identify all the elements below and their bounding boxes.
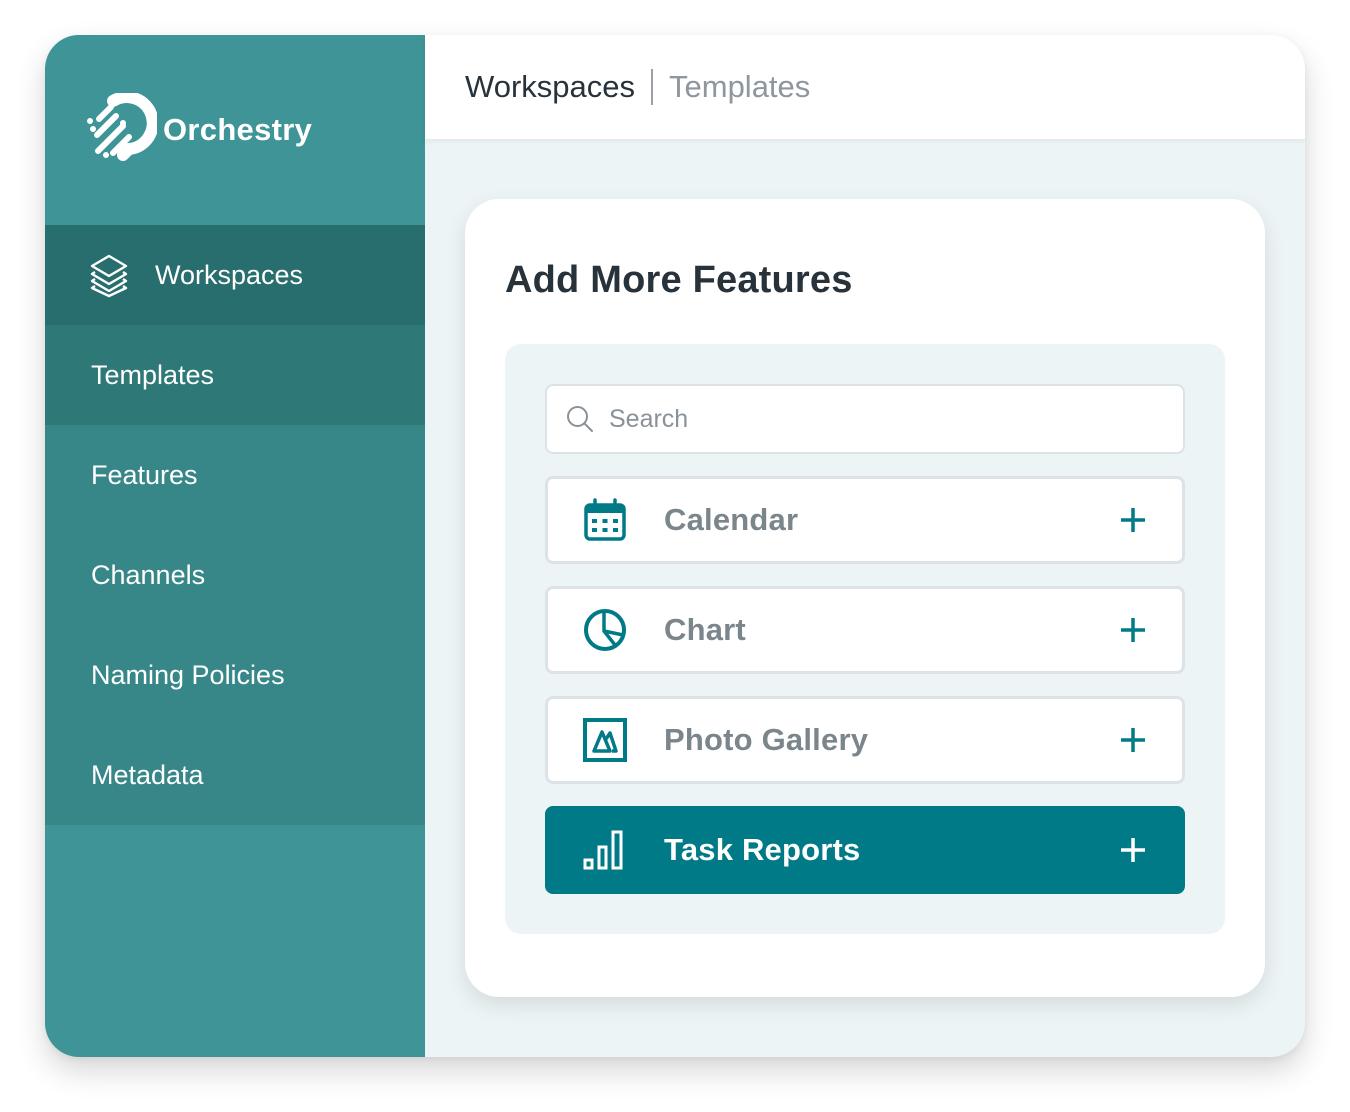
sidebar-item-channels[interactable]: Channels [45, 525, 425, 625]
feature-item-calendar[interactable]: Calendar [545, 476, 1185, 564]
search-input[interactable] [609, 404, 1169, 434]
sidebar-item-label: Metadata [91, 759, 204, 790]
search-field[interactable] [545, 384, 1185, 454]
feature-label: Task Reports [664, 832, 861, 867]
sidebar: Orchestry Workspaces Templates Features … [45, 35, 425, 1057]
add-photo-gallery-button[interactable] [1118, 725, 1148, 755]
sidebar-nav: Workspaces Templates Features Channels N… [45, 225, 425, 825]
feature-label: Photo Gallery [664, 722, 869, 757]
feature-label: Chart [664, 612, 746, 647]
sidebar-item-naming-policies[interactable]: Naming Policies [45, 625, 425, 725]
pie-chart-icon [584, 609, 626, 651]
feature-label: Calendar [664, 502, 799, 537]
main-area: Workspaces Templates Add More Features S… [425, 35, 1305, 1057]
breadcrumb-workspaces[interactable]: Workspaces [465, 69, 635, 105]
search-icon [567, 406, 593, 432]
sidebar-item-label: Features [91, 459, 198, 490]
sidebar-item-label: Naming Policies [91, 659, 285, 690]
sidebar-item-workspaces[interactable]: Workspaces [45, 225, 425, 325]
breadcrumb: Workspaces Templates [425, 35, 1305, 139]
feature-item-chart[interactable]: Chart [545, 586, 1185, 674]
sidebar-item-label: Workspaces [155, 259, 304, 290]
orchestry-logo-icon [87, 93, 157, 161]
sidebar-item-label: Templates [91, 359, 215, 390]
layers-icon [90, 254, 128, 298]
feature-item-photo-gallery[interactable]: Photo Gallery [545, 696, 1185, 784]
features-panel: Calendar Chart [505, 344, 1225, 934]
feature-item-task-reports[interactable]: Task Reports [545, 806, 1185, 894]
image-icon [583, 718, 627, 762]
add-chart-button[interactable] [1118, 615, 1148, 645]
breadcrumb-templates[interactable]: Templates [669, 69, 810, 105]
breadcrumb-separator [651, 69, 653, 105]
bar-chart-icon [583, 830, 623, 870]
sidebar-item-features[interactable]: Features [45, 425, 425, 525]
add-task-reports-button[interactable] [1118, 835, 1148, 865]
add-calendar-button[interactable] [1118, 505, 1148, 535]
brand-name: Orchestry [163, 112, 313, 147]
calendar-icon [584, 498, 626, 541]
card-title: Add More Features [505, 259, 853, 301]
app-window: Orchestry Workspaces Templates Features … [45, 35, 1305, 1057]
sidebar-item-metadata[interactable]: Metadata [45, 725, 425, 825]
brand[interactable]: Orchestry [45, 35, 425, 225]
content-area: Add More Features Search Calendar Chart … [425, 139, 1305, 1057]
sidebar-item-label: Channels [91, 559, 206, 590]
add-features-card: Add More Features Search Calendar Chart … [465, 199, 1265, 997]
sidebar-item-templates[interactable]: Templates [45, 325, 425, 425]
